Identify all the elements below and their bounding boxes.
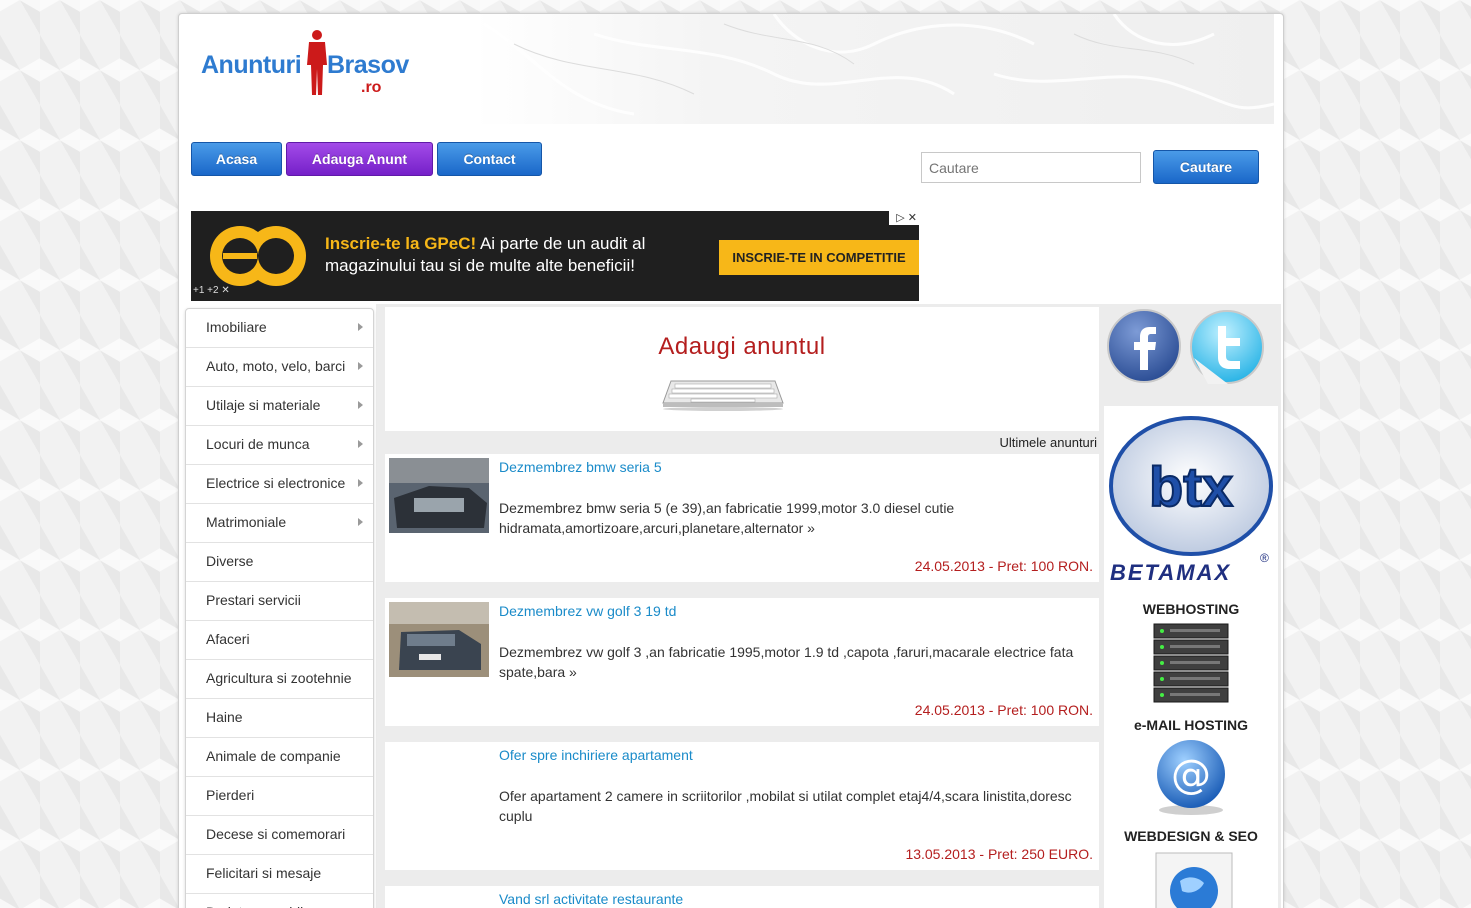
sidebar-category-label: Animale de companie: [206, 748, 341, 764]
listing-thumbnail-icon[interactable]: [389, 602, 489, 677]
ad-headline: Inscrie-te la GPeC!: [325, 234, 477, 253]
sidebar-category-label: Matrimoniale: [206, 514, 287, 530]
sidebar-category-label: Felicitari si mesaje: [206, 865, 322, 881]
sidebar-category-item[interactable]: Locuri de munca: [186, 426, 373, 465]
listing-description: Ofer apartament 2 camere in scriitorilor…: [499, 788, 1072, 824]
sidebar-category-label: Locuri de munca: [206, 436, 310, 452]
listing-item[interactable]: Vand srl activitate restaurante: [385, 886, 1099, 908]
ad-logo-icon: [210, 226, 306, 286]
nav-add-ad-button[interactable]: Adauga Anunt: [286, 142, 433, 176]
ad-text-line2: magazinului tau si de multe alte benefic…: [325, 256, 635, 275]
chevron-right-icon: [358, 362, 363, 370]
category-sidebar: Imobiliare Auto, moto, velo, barci Utilaje…: [185, 308, 374, 908]
sidebar-category-item[interactable]: Afaceri: [186, 621, 373, 660]
sidebar-category-item[interactable]: Haine: [186, 699, 373, 738]
btx-logo-icon: btx: [1109, 416, 1273, 556]
sidebar-category-label: Haine: [206, 709, 243, 725]
page-container: Anunturi Brasov .ro Acasa Adauga Anunt C…: [178, 13, 1284, 908]
logo-word-brasov: Brasov: [327, 51, 409, 79]
nav-contact-button[interactable]: Contact: [437, 142, 542, 176]
sidebar-category-label: Imobiliare: [206, 319, 267, 335]
add-ad-box[interactable]: Adaugi anuntul: [385, 307, 1099, 431]
sidebar-category-item[interactable]: De interes public: [186, 894, 373, 908]
betamax-brand: BETAMAX: [1110, 560, 1232, 585]
svg-text:@: @: [1171, 752, 1211, 798]
chevron-right-icon: [358, 440, 363, 448]
sidebar-category-item[interactable]: Matrimoniale: [186, 504, 373, 543]
listing-title[interactable]: Dezmembrez vw golf 3 19 td: [499, 603, 676, 619]
sidebar-category-item[interactable]: Pierderi: [186, 777, 373, 816]
sidebar-category-label: Prestari servicii: [206, 592, 301, 608]
sidebar-category-item[interactable]: Utilaje si materiale: [186, 387, 373, 426]
ad-cta-button[interactable]: INSCRIE-TE IN COMPETITIE: [719, 240, 919, 275]
globe-icon: [1155, 852, 1233, 908]
logo-figure-icon: [307, 30, 327, 95]
hosting-promo[interactable]: btx BETAMAX ® WEBHOSTING e-MAIL HOSTING …: [1104, 406, 1278, 908]
listing-title[interactable]: Ofer spre inchiriere apartament: [499, 747, 693, 763]
facebook-icon[interactable]: [1106, 308, 1182, 384]
nav-home-button[interactable]: Acasa: [191, 142, 282, 176]
ad-close-icon[interactable]: ▷ ✕: [889, 211, 919, 225]
chevron-right-icon: [358, 401, 363, 409]
listing-thumbnail-icon[interactable]: [389, 458, 489, 533]
sidebar-category-item[interactable]: Prestari servicii: [186, 582, 373, 621]
sidebar-category-label: Pierderi: [206, 787, 255, 803]
listing-item[interactable]: Dezmembrez bmw seria 5 Dezmembrez bmw se…: [385, 454, 1099, 582]
search-input[interactable]: [921, 152, 1141, 183]
sidebar-category-label: Afaceri: [206, 631, 250, 647]
email-hosting-label[interactable]: e-MAIL HOSTING: [1104, 717, 1278, 733]
registered-mark: ®: [1260, 551, 1269, 565]
add-ad-title[interactable]: Adaugi anuntul: [385, 333, 1099, 361]
webdesign-seo-label[interactable]: WEBDESIGN & SEO: [1104, 828, 1278, 844]
logo-tld: .ro: [361, 79, 382, 96]
sidebar-category-item[interactable]: Animale de companie: [186, 738, 373, 777]
sidebar-category-item[interactable]: Decese si comemorari: [186, 816, 373, 855]
listing-title[interactable]: Dezmembrez bmw seria 5: [499, 459, 662, 475]
chevron-right-icon: [358, 323, 363, 331]
ad-text-line1: Ai parte de un audit al: [476, 234, 646, 253]
banner-ad[interactable]: Inscrie-te la GPeC! Ai parte de un audit…: [191, 211, 919, 301]
sidebar-category-item[interactable]: Imobiliare: [186, 309, 373, 348]
sidebar-category-item[interactable]: Agricultura si zootehnie: [186, 660, 373, 699]
sidebar-category-label: Decese si comemorari: [206, 826, 346, 842]
sidebar-category-label: Diverse: [206, 553, 254, 569]
sidebar-category-label: Auto, moto, velo, barci: [206, 358, 346, 374]
listing-date-price: 13.05.2013 - Pret: 250 EURO.: [905, 846, 1093, 862]
listing-description: Dezmembrez vw golf 3 ,an fabricatie 1995…: [499, 644, 1074, 680]
twitter-icon[interactable]: [1188, 308, 1266, 386]
svg-text:btx: btx: [1149, 455, 1233, 518]
listing-title[interactable]: Vand srl activitate restaurante: [499, 891, 683, 907]
sidebar-category-item[interactable]: Electrice si electronice: [186, 465, 373, 504]
latest-ads-label: Ultimele anunturi: [999, 435, 1097, 450]
search-button[interactable]: Cautare: [1153, 150, 1259, 184]
ad-social-counts: +1 +2 ✕: [193, 285, 230, 296]
listing-description: Dezmembrez bmw seria 5 (e 39),an fabrica…: [499, 500, 955, 536]
sidebar-category-label: De interes public: [206, 904, 310, 908]
sidebar-category-item[interactable]: Felicitari si mesaje: [186, 855, 373, 894]
email-at-icon: @: [1157, 740, 1225, 815]
sidebar-category-label: Electrice si electronice: [206, 475, 346, 491]
chevron-right-icon: [358, 479, 363, 487]
ad-text: Inscrie-te la GPeC! Ai parte de un audit…: [325, 233, 645, 277]
listing-date-price: 24.05.2013 - Pret: 100 RON.: [914, 702, 1093, 718]
listing-item[interactable]: Ofer spre inchiriere apartament Ofer apa…: [385, 742, 1099, 870]
site-logo[interactable]: Anunturi Brasov .ro: [201, 29, 411, 99]
header-map-background: [474, 14, 1274, 124]
logo-word-anunturi: Anunturi: [201, 51, 302, 79]
webhosting-label[interactable]: WEBHOSTING: [1104, 601, 1278, 617]
server-icon: [1153, 623, 1229, 703]
sidebar-category-label: Agricultura si zootehnie: [206, 670, 352, 686]
sidebar-category-label: Utilaje si materiale: [206, 397, 321, 413]
chevron-right-icon: [358, 518, 363, 526]
listing-date-price: 24.05.2013 - Pret: 100 RON.: [914, 558, 1093, 574]
sidebar-category-item[interactable]: Auto, moto, velo, barci: [186, 348, 373, 387]
keyboard-icon: [662, 380, 784, 411]
sidebar-category-item[interactable]: Diverse: [186, 543, 373, 582]
listing-item[interactable]: Dezmembrez vw golf 3 19 td Dezmembrez vw…: [385, 598, 1099, 726]
